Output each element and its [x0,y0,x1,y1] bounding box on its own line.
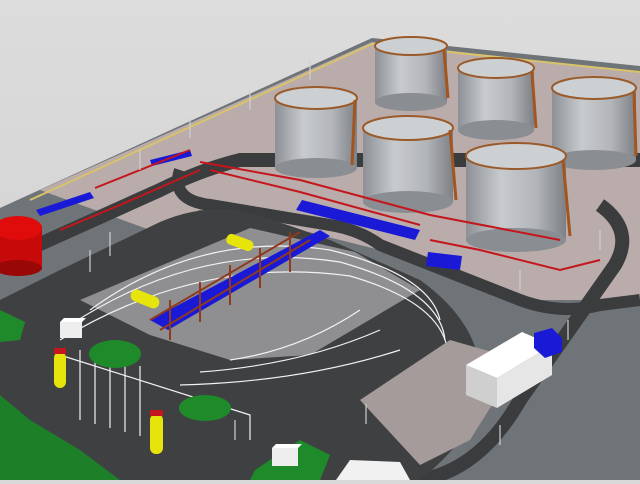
tanker-truck-3 [54,348,66,388]
tanker-truck-4 [150,410,163,454]
storage-tank-5 [362,115,454,213]
grass-island-2 [179,395,231,421]
storage-tank-4 [274,86,358,178]
storage-tank-6 [465,142,567,252]
guard-booth-2 [272,444,302,466]
grass-island-1 [89,340,141,368]
storage-tank-1 [374,36,448,111]
terminal-scene [0,0,640,484]
terminal-render [0,0,640,484]
storage-tank-2 [457,57,535,140]
red-round-tank [0,216,42,276]
